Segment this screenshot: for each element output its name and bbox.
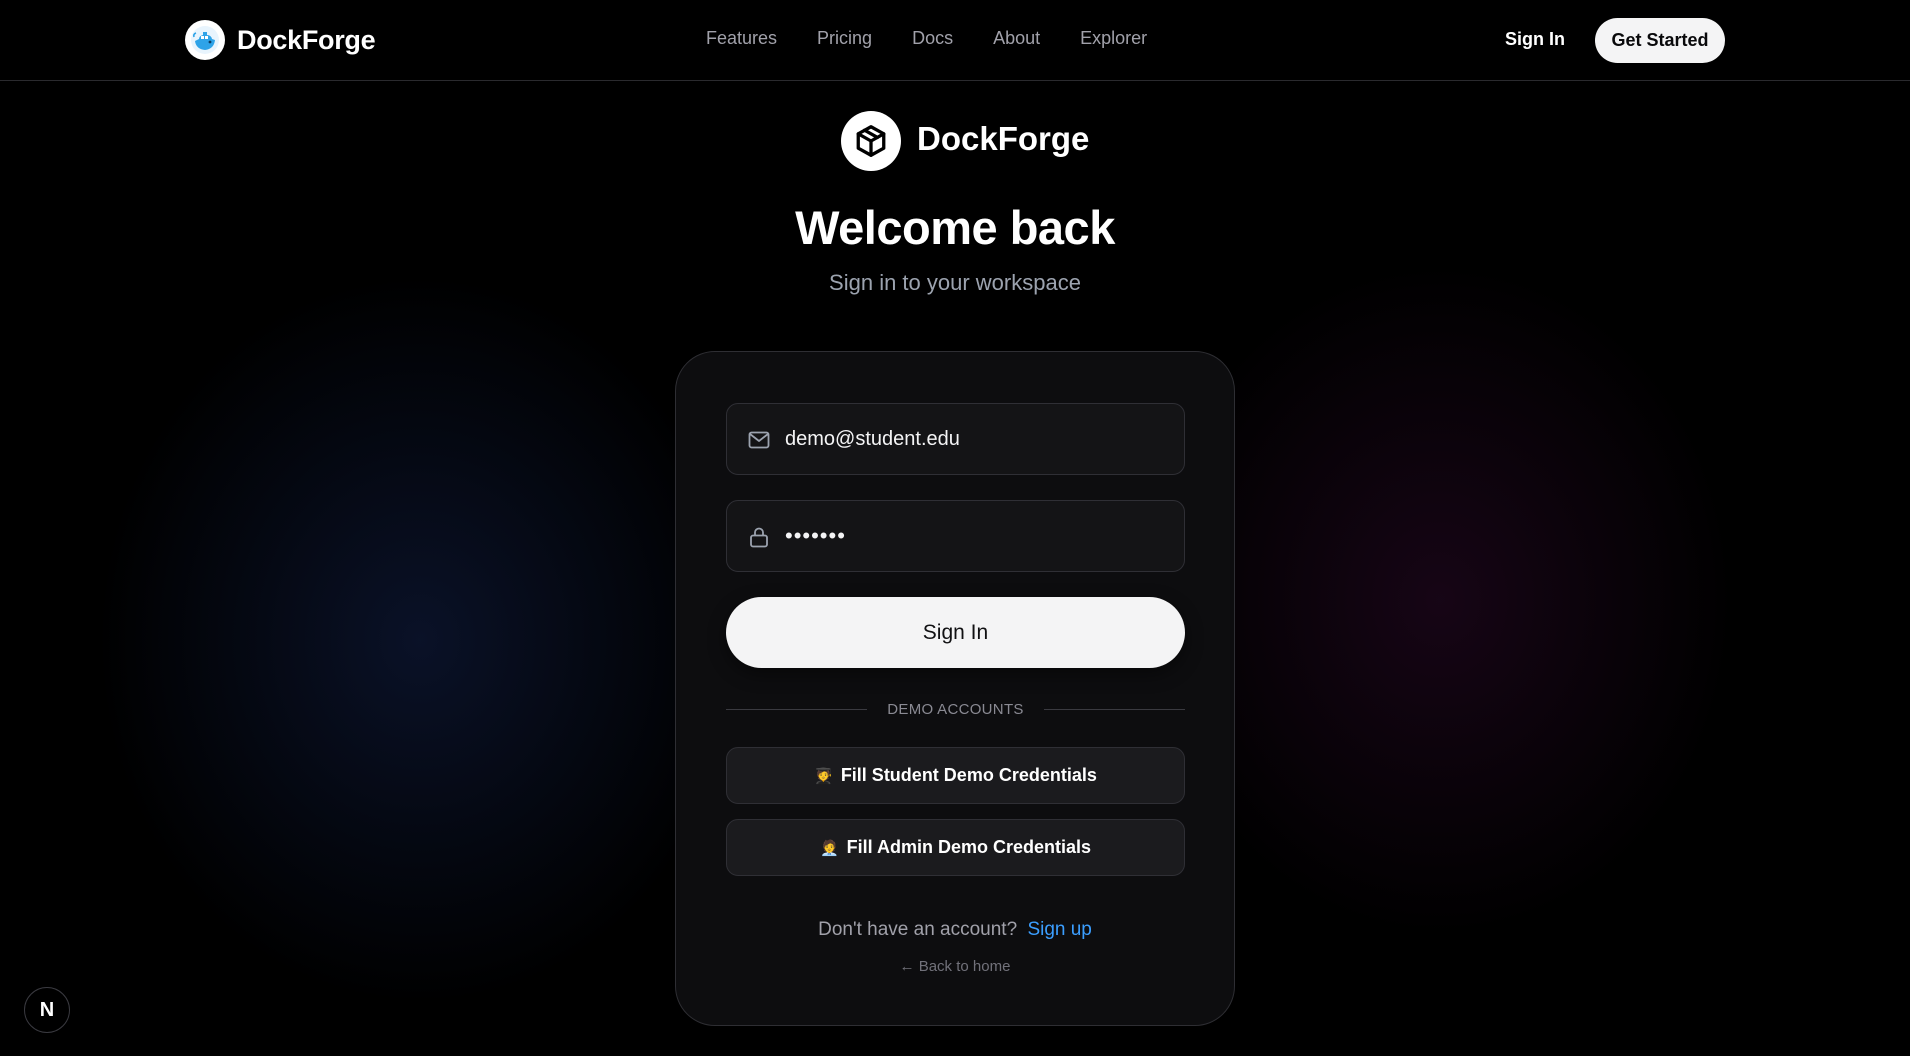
graduation-cap-icon: 🧑‍🎓 (814, 767, 833, 785)
top-navbar: DockForge Features Pricing Docs About Ex… (0, 0, 1910, 81)
sign-in-button[interactable]: Sign In (726, 597, 1185, 668)
page-title: Welcome back (795, 201, 1115, 254)
fill-admin-demo-button[interactable]: 🧑‍💼 Fill Admin Demo Credentials (726, 819, 1185, 876)
nav-link-docs[interactable]: Docs (912, 28, 953, 49)
fill-admin-demo-label: Fill Admin Demo Credentials (846, 837, 1092, 857)
dev-tools-badge[interactable]: N (24, 987, 70, 1033)
fill-student-demo-label: Fill Student Demo Credentials (840, 765, 1097, 785)
no-account-text: Don't have an account? (818, 919, 1018, 940)
divider-line-left (726, 708, 868, 710)
nav-link-pricing[interactable]: Pricing (817, 28, 872, 49)
password-field (726, 500, 1185, 572)
password-input[interactable] (785, 501, 1165, 571)
nav-sign-in-link[interactable]: Sign In (1505, 29, 1565, 50)
signup-prompt: Don't have an account? Sign up (676, 919, 1234, 941)
get-started-button[interactable]: Get Started (1595, 18, 1725, 63)
primary-nav: Features Pricing Docs About Explorer (706, 28, 1147, 49)
nav-link-features[interactable]: Features (706, 28, 777, 49)
cube-icon (841, 111, 901, 171)
hero-brand-name: DockForge (917, 120, 1090, 157)
demo-accounts-divider: DEMO ACCOUNTS (726, 699, 1186, 719)
brand-name: DockForge (237, 24, 376, 55)
nav-link-about[interactable]: About (993, 28, 1040, 49)
fill-student-demo-button[interactable]: 🧑‍🎓 Fill Student Demo Credentials (726, 747, 1185, 804)
mail-icon (747, 428, 771, 452)
badge-letter: N (39, 998, 55, 1021)
whale-icon (185, 20, 225, 60)
divider-line-right (1043, 708, 1186, 710)
brand-home-link[interactable]: DockForge (185, 20, 376, 60)
divider-label: DEMO ACCOUNTS (887, 700, 1024, 718)
office-worker-icon: 🧑‍💼 (819, 839, 839, 857)
nav-link-explorer[interactable]: Explorer (1080, 28, 1147, 49)
page-subtitle: Sign in to your workspace (829, 270, 1081, 295)
email-input[interactable] (785, 404, 1165, 474)
email-field (726, 403, 1185, 475)
sign-up-link[interactable]: Sign up (1027, 919, 1091, 940)
back-to-home-link[interactable]: ← Back to home (676, 958, 1234, 975)
sign-in-card: Sign In DEMO ACCOUNTS 🧑‍🎓 Fill Student D… (675, 351, 1235, 1026)
lock-icon (747, 525, 771, 549)
